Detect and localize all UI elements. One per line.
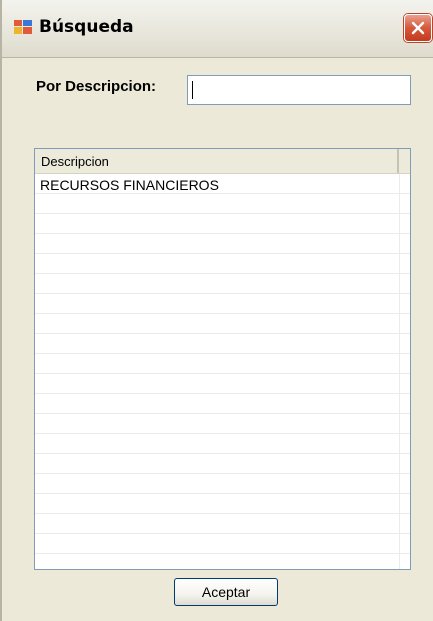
accept-button[interactable]: Aceptar <box>174 578 278 606</box>
column-divider <box>399 174 400 569</box>
app-window-icon <box>14 20 32 34</box>
results-grid[interactable]: Descripcion RECURSOS FINANCIEROS <box>34 148 411 570</box>
table-row[interactable]: RECURSOS FINANCIEROS <box>35 175 399 195</box>
column-header-descripcion[interactable]: Descripcion <box>35 149 399 173</box>
window-title: Búsqueda <box>39 17 134 37</box>
text-caret <box>192 81 193 99</box>
search-input[interactable] <box>187 75 411 105</box>
grid-header: Descripcion <box>35 149 410 174</box>
close-button[interactable] <box>404 14 432 42</box>
title-bar[interactable]: Búsqueda <box>2 0 433 58</box>
search-label: Por Descripcion: <box>36 78 157 95</box>
grid-body <box>35 174 410 569</box>
close-icon <box>411 21 425 35</box>
busqueda-dialog: Búsqueda Por Descripcion: Descripcion RE… <box>0 0 433 621</box>
